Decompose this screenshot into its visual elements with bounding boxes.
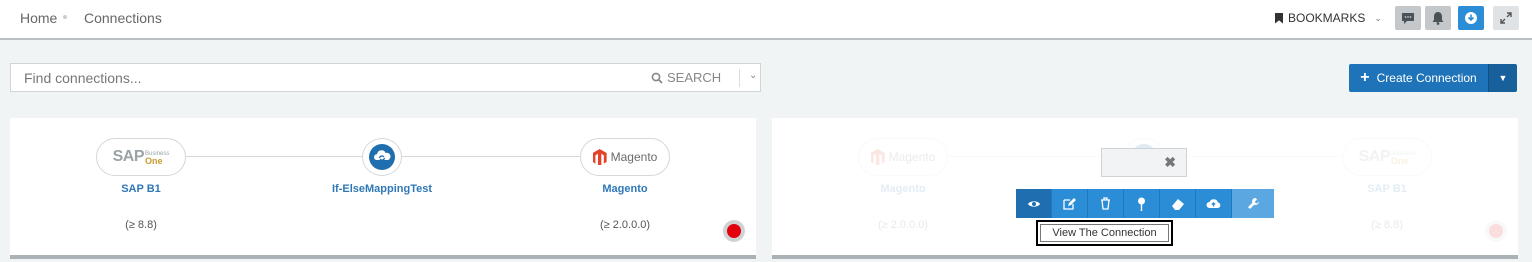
- download-circle-icon: [1465, 12, 1477, 24]
- source-app-logo: Magento: [858, 138, 948, 176]
- source-version: (≥ 2.0.0.0): [877, 219, 929, 231]
- target-app-logo: SAP Business One: [1342, 138, 1432, 176]
- chevron-down-icon: ▼: [1498, 73, 1508, 83]
- search-input[interactable]: [11, 64, 631, 91]
- edit-connection-button[interactable]: [1052, 189, 1088, 218]
- mapping-name[interactable]: If-ElseMappingTest: [302, 183, 462, 195]
- bookmarks-label: BOOKMARKS: [1288, 11, 1366, 25]
- source-app-name: Magento: [880, 183, 926, 195]
- search-button[interactable]: SEARCH: [651, 70, 721, 85]
- search-icon: [651, 72, 663, 84]
- status-dot: [1489, 224, 1503, 238]
- view-connection-button[interactable]: [1016, 189, 1052, 218]
- notifications-button[interactable]: [1425, 6, 1451, 30]
- connector-line: [402, 156, 580, 157]
- close-icon: ✖: [1164, 154, 1176, 170]
- target-app-logo: Magento: [580, 138, 670, 176]
- wrench-icon: [1247, 198, 1259, 209]
- bookmarks-menu[interactable]: BOOKMARKS ⌄: [1275, 11, 1382, 25]
- search-bar: SEARCH ⌄: [10, 63, 761, 92]
- breadcrumb-current: Connections: [84, 10, 162, 26]
- search-options-chevron-icon[interactable]: ⌄: [749, 70, 757, 81]
- search-button-label: SEARCH: [667, 70, 722, 85]
- source-version: (≥ 8.8): [125, 219, 157, 231]
- eye-icon: [1027, 200, 1040, 207]
- fullscreen-button[interactable]: [1493, 6, 1519, 30]
- close-overlay-button[interactable]: ✖: [1101, 148, 1187, 177]
- tooltip-text: View The Connection: [1040, 224, 1169, 242]
- bookmark-icon: [1275, 12, 1283, 24]
- target-version: (≥ 2.0.0.0): [599, 219, 651, 231]
- pin-icon: [1138, 197, 1145, 211]
- magento-logo: Magento: [592, 149, 657, 165]
- connector-line: [948, 156, 1124, 157]
- create-connection-button[interactable]: + Create Connection: [1349, 64, 1488, 92]
- breadcrumb-home[interactable]: Home: [20, 10, 57, 26]
- magento-icon: [592, 149, 607, 165]
- magento-icon: [870, 149, 885, 165]
- sap-logo: SAP Business One: [112, 148, 170, 166]
- create-connection-dropdown[interactable]: ▼: [1488, 64, 1517, 92]
- connector-line: [1164, 156, 1342, 157]
- source-app-name[interactable]: SAP B1: [61, 183, 221, 195]
- breadcrumb-separator: [63, 15, 67, 19]
- pin-connection-button[interactable]: [1124, 189, 1160, 218]
- chat-icon: [1402, 12, 1414, 24]
- download-button[interactable]: [1458, 6, 1484, 30]
- delete-connection-button[interactable]: [1088, 189, 1124, 218]
- connection-card[interactable]: SAP Business One Magento SAP B1 If-ElseM…: [10, 118, 756, 259]
- cloud-upload-icon: [1206, 199, 1221, 208]
- clear-connection-button[interactable]: [1160, 189, 1196, 218]
- status-indicator: [723, 220, 745, 242]
- top-header: Home Connections BOOKMARKS ⌄: [0, 0, 1532, 40]
- trash-icon: [1101, 197, 1110, 210]
- eraser-icon: [1171, 198, 1184, 210]
- connection-actions-toolbar: [1016, 189, 1274, 218]
- sap-logo: SAP Business One: [1358, 148, 1416, 166]
- status-dot: [727, 224, 741, 238]
- tooltip: View The Connection: [1036, 220, 1173, 246]
- create-connection-label: Create Connection: [1376, 71, 1477, 85]
- connector-line: [186, 156, 362, 157]
- status-indicator: [1485, 220, 1507, 242]
- configure-connection-button[interactable]: [1232, 189, 1274, 218]
- edit-icon: [1063, 198, 1076, 210]
- bell-icon: [1432, 12, 1444, 25]
- expand-icon: [1500, 12, 1512, 24]
- chevron-down-icon: ⌄: [1374, 12, 1382, 23]
- plus-icon: +: [1360, 69, 1370, 86]
- target-app-name[interactable]: Magento: [545, 183, 705, 195]
- chat-button[interactable]: [1395, 6, 1421, 30]
- upload-connection-button[interactable]: [1196, 189, 1232, 218]
- cloud-sync-icon: [369, 144, 395, 170]
- target-version: (≥ 8.8): [1371, 219, 1403, 231]
- create-connection-group: + Create Connection ▼: [1349, 64, 1517, 92]
- search-divider: [739, 69, 740, 87]
- mapping-node[interactable]: [362, 138, 402, 176]
- target-app-name: SAP B1: [1367, 183, 1407, 195]
- source-app-logo: SAP Business One: [96, 138, 186, 176]
- magento-logo: Magento: [870, 149, 935, 165]
